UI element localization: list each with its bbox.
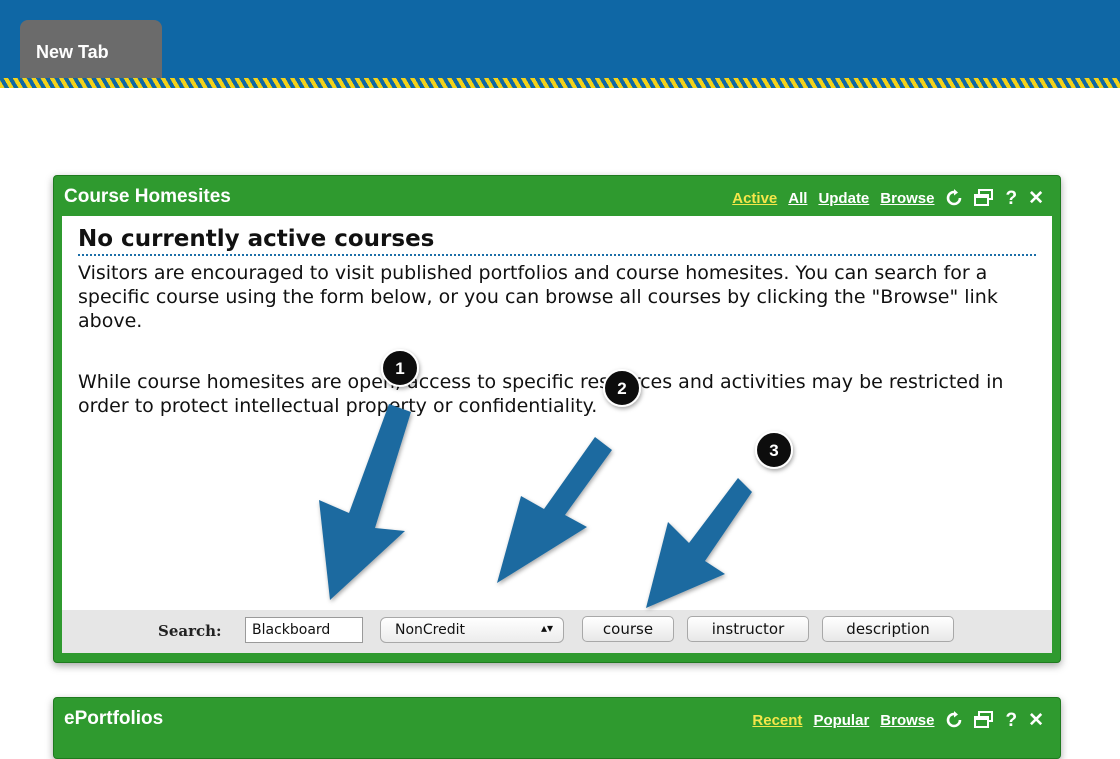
intro-paragraph: Visitors are encouraged to visit publish… [78, 262, 998, 332]
course-homesites-portlet: Course Homesites Active All Update Brows… [53, 175, 1061, 663]
help-icon[interactable]: ? [1005, 711, 1017, 730]
search-description-button[interactable]: description [822, 616, 954, 642]
help-icon[interactable]: ? [1005, 189, 1017, 208]
refresh-icon[interactable] [945, 711, 963, 729]
refresh-icon[interactable] [945, 189, 963, 207]
portlet-title: Course Homesites [64, 186, 231, 207]
new-tab[interactable]: New Tab [20, 20, 162, 82]
all-link[interactable]: All [788, 190, 807, 207]
empty-state-heading: No currently active courses [78, 226, 1036, 256]
search-instructor-button[interactable]: instructor [687, 616, 809, 642]
close-icon[interactable]: ✕ [1028, 711, 1044, 730]
search-input[interactable] [245, 617, 363, 643]
browser-tab-bar: New Tab [0, 0, 1120, 88]
course-type-select[interactable]: NonCredit ▴▾ [380, 617, 564, 643]
active-link[interactable]: Active [732, 190, 777, 207]
portlet-toolbar: Recent Popular Browse ? ✕ [752, 705, 1044, 735]
access-paragraph: While course homesites are open, access … [78, 371, 1004, 417]
popular-link[interactable]: Popular [813, 712, 869, 729]
select-value: NonCredit [395, 622, 466, 638]
search-course-button[interactable]: course [582, 616, 674, 642]
restore-window-icon[interactable] [974, 189, 994, 207]
close-icon[interactable]: ✕ [1028, 189, 1044, 208]
portlet-title: ePortfolios [64, 708, 164, 729]
portlet-toolbar: Active All Update Browse ? ✕ [732, 183, 1044, 213]
search-bar: Search: NonCredit ▴▾ course instructor d… [62, 610, 1052, 653]
select-arrows-icon: ▴▾ [540, 621, 553, 635]
recent-link[interactable]: Recent [752, 712, 802, 729]
tab-bar-stripe [0, 78, 1120, 88]
restore-window-icon[interactable] [974, 711, 994, 729]
browse-link[interactable]: Browse [880, 190, 934, 207]
eportfolios-portlet: ePortfolios Recent Popular Browse ? ✕ [53, 697, 1061, 759]
update-link[interactable]: Update [818, 190, 869, 207]
browse-link[interactable]: Browse [880, 712, 934, 729]
portlet-body: No currently active courses Visitors are… [62, 216, 1052, 653]
search-label: Search: [158, 622, 222, 640]
